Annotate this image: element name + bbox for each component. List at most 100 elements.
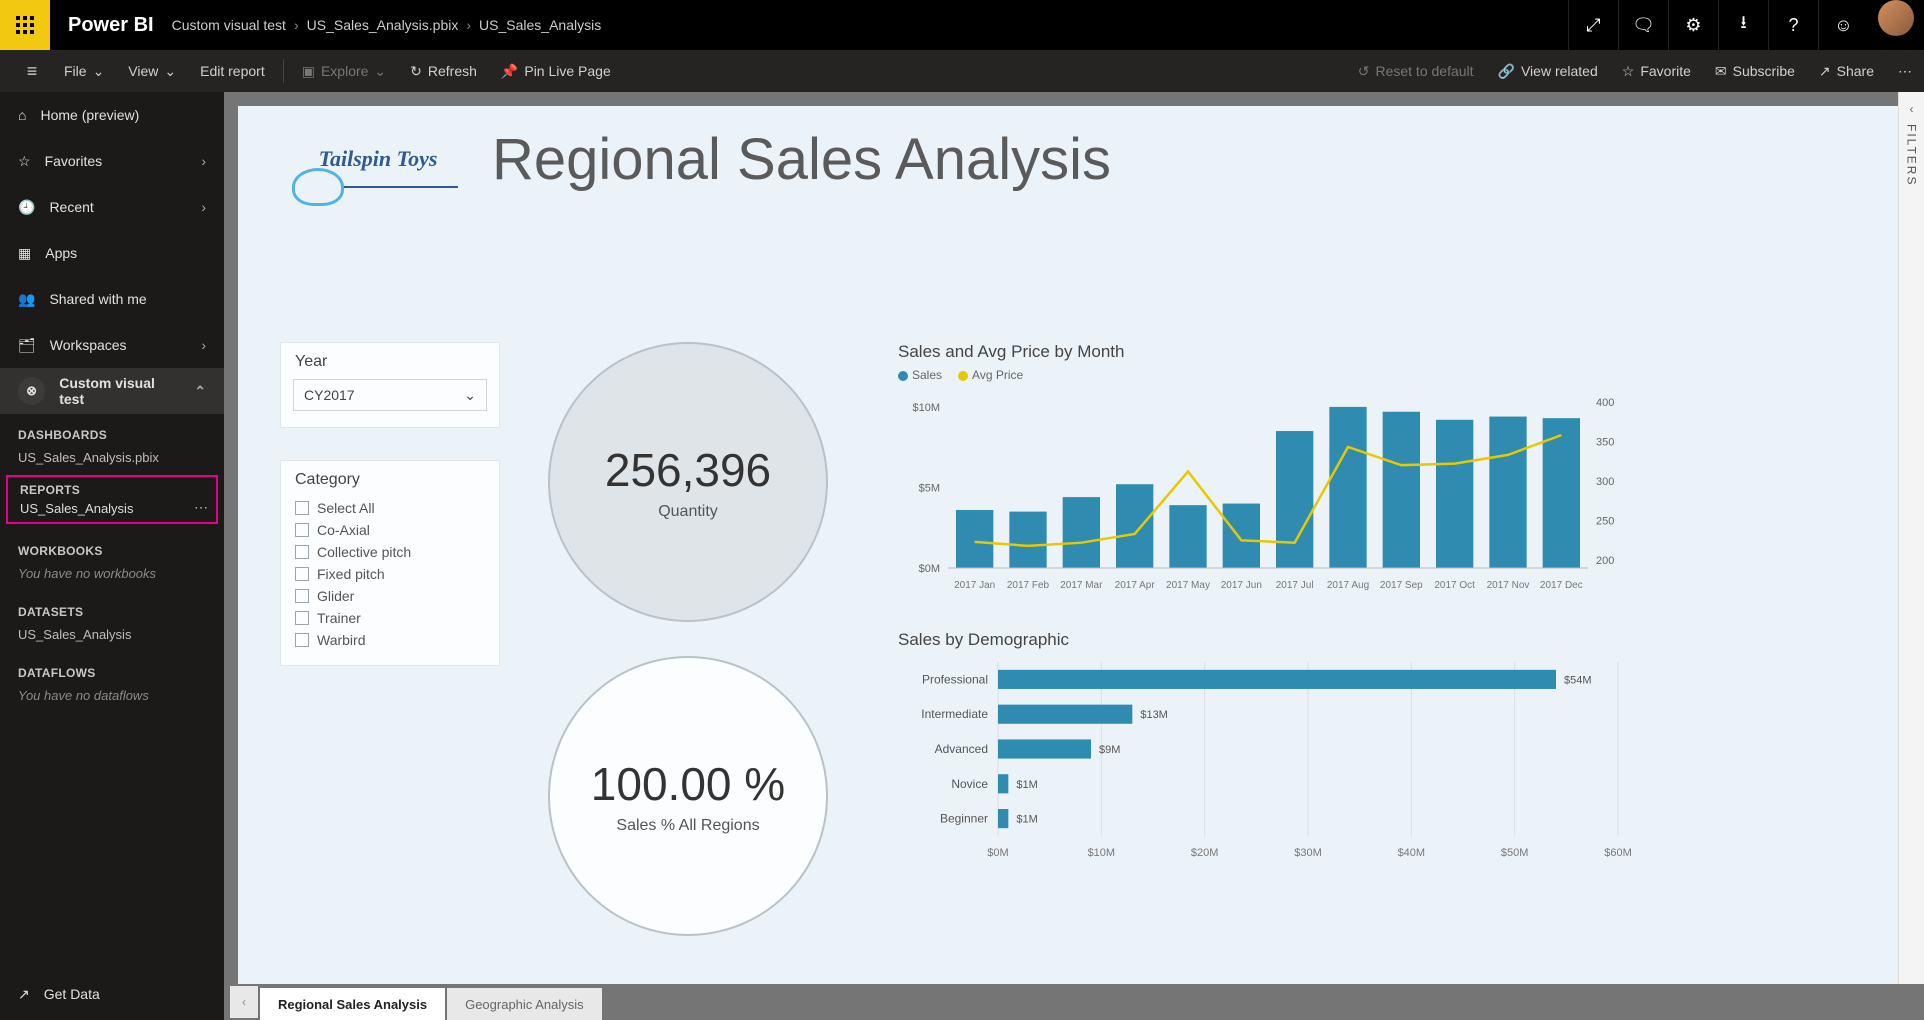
star-icon: ☆ <box>18 153 31 170</box>
category-option[interactable]: Trainer <box>295 607 485 629</box>
nav-apps[interactable]: ▦Apps <box>0 230 224 276</box>
nav-home[interactable]: ⌂Home (preview) <box>0 92 224 138</box>
chevron-right-icon: › <box>294 17 299 33</box>
sales-by-month-chart[interactable]: Sales and Avg Price by Month Sales Avg P… <box>898 342 1638 612</box>
legend-label: Sales <box>912 368 942 382</box>
nav-dashboard-item[interactable]: US_Sales_Analysis.pbix <box>0 446 224 475</box>
checkbox-icon <box>295 567 309 581</box>
svg-text:2017 Sep: 2017 Sep <box>1380 580 1423 591</box>
category-option[interactable]: Fixed pitch <box>295 563 485 585</box>
top-app-bar: Power BI Custom visual test › US_Sales_A… <box>0 0 1924 50</box>
favorite-button[interactable]: ☆Favorite <box>1610 63 1703 80</box>
chart-title: Sales and Avg Price by Month <box>898 342 1638 362</box>
comments-icon[interactable]: 🗨 <box>1618 0 1668 50</box>
nav-recent[interactable]: 🕘Recent› <box>0 184 224 230</box>
svg-text:$30M: $30M <box>1294 847 1322 859</box>
more-options-icon[interactable]: ⋯ <box>1886 63 1924 80</box>
hamburger-icon[interactable]: ≡ <box>12 61 52 82</box>
nav-workspace-current[interactable]: ⊗Custom visual test⌃ <box>0 368 224 414</box>
svg-text:300: 300 <box>1596 476 1614 488</box>
category-option[interactable]: Glider <box>295 585 485 607</box>
svg-text:$20M: $20M <box>1191 847 1219 859</box>
share-button[interactable]: ↗Share <box>1807 63 1886 80</box>
nav-dataset-item[interactable]: US_Sales_Analysis <box>0 623 224 652</box>
page-tab-geographic[interactable]: Geographic Analysis <box>447 988 602 1020</box>
chevron-right-icon: › <box>201 153 206 169</box>
svg-text:Professional: Professional <box>922 672 988 686</box>
subscribe-button[interactable]: ✉Subscribe <box>1703 63 1807 80</box>
help-icon[interactable]: ? <box>1768 0 1818 50</box>
page-tab-regional[interactable]: Regional Sales Analysis <box>260 988 445 1020</box>
more-options-icon[interactable]: ⋯ <box>194 499 208 516</box>
feedback-smile-icon[interactable]: ☺ <box>1818 0 1868 50</box>
category-label: Trainer <box>317 610 361 626</box>
reset-icon: ↺ <box>1358 63 1370 80</box>
fullscreen-icon[interactable]: ⤢ <box>1568 0 1618 50</box>
get-data-button[interactable]: ↗ Get Data <box>0 968 224 1020</box>
checkbox-icon <box>295 633 309 647</box>
file-menu[interactable]: File⌄ <box>52 63 116 80</box>
kpi-sales-pct-card[interactable]: 100.00 % Sales % All Regions <box>548 656 828 936</box>
nav-label: Workspaces <box>50 337 127 353</box>
svg-text:$1M: $1M <box>1016 779 1037 791</box>
mail-icon: ✉ <box>1715 63 1727 80</box>
chevron-right-icon: › <box>201 199 206 215</box>
category-label: Warbird <box>317 632 366 648</box>
nav-report-item[interactable]: US_Sales_Analysis <box>20 501 204 516</box>
breadcrumb-workspace[interactable]: Custom visual test <box>172 17 286 33</box>
nav-label: Apps <box>45 245 77 261</box>
left-nav: ⌂Home (preview) ☆Favorites› 🕘Recent› ▦Ap… <box>0 92 224 1020</box>
view-related-button[interactable]: 🔗View related <box>1486 63 1610 80</box>
legend-label: Avg Price <box>972 368 1023 382</box>
category-option[interactable]: Select All <box>295 497 485 519</box>
report-title: Regional Sales Analysis <box>492 126 1111 193</box>
view-menu[interactable]: View⌄ <box>116 63 188 80</box>
breadcrumb-report[interactable]: US_Sales_Analysis <box>479 17 601 33</box>
svg-text:$60M: $60M <box>1604 847 1632 859</box>
nav-label: Get Data <box>44 986 100 1002</box>
app-launcher-icon[interactable] <box>0 0 50 50</box>
share-icon: ↗ <box>1819 63 1831 80</box>
nav-favorites[interactable]: ☆Favorites› <box>0 138 224 184</box>
settings-icon[interactable]: ⚙ <box>1668 0 1718 50</box>
nav-section-dashboards: DASHBOARDS <box>0 414 224 446</box>
nav-workspaces[interactable]: 🗂Workspaces› <box>0 322 224 368</box>
clock-icon: 🕘 <box>18 199 35 216</box>
svg-text:2017 Feb: 2017 Feb <box>1007 580 1050 591</box>
checkbox-icon <box>295 501 309 515</box>
category-label: Co-Axial <box>317 522 370 538</box>
category-option[interactable]: Warbird <box>295 629 485 651</box>
category-option[interactable]: Collective pitch <box>295 541 485 563</box>
sales-by-demographic-chart[interactable]: Sales by Demographic $0M$10M$20M$30M$40M… <box>898 630 1638 880</box>
get-data-icon: ↗ <box>18 986 30 1003</box>
nav-label: Shared with me <box>49 291 146 307</box>
kpi-quantity-card[interactable]: 256,396 Quantity <box>548 342 828 622</box>
workspace-avatar-icon: ⊗ <box>18 377 45 405</box>
user-avatar[interactable] <box>1878 0 1914 36</box>
edit-report-button[interactable]: Edit report <box>188 63 277 79</box>
year-dropdown[interactable]: CY2017 ⌄ <box>293 379 487 411</box>
home-icon: ⌂ <box>18 107 26 123</box>
legend-swatch-icon <box>898 371 908 381</box>
svg-text:$54M: $54M <box>1564 674 1592 686</box>
pin-live-page-button[interactable]: 📌Pin Live Page <box>489 63 623 80</box>
chevron-right-icon: › <box>201 337 206 353</box>
nav-shared-with-me[interactable]: 👥Shared with me <box>0 276 224 322</box>
refresh-button[interactable]: ↻Refresh <box>398 63 489 80</box>
filters-pane-toggle[interactable]: ‹ FILTERS <box>1898 92 1924 984</box>
tab-scroll-left[interactable]: ‹ <box>230 986 258 1018</box>
chart-legend: Sales Avg Price <box>898 368 1638 382</box>
explore-icon: ▣ <box>302 63 315 80</box>
svg-text:400: 400 <box>1596 397 1614 409</box>
year-slicer: Year CY2017 ⌄ <box>280 342 500 428</box>
filters-label: FILTERS <box>1905 124 1919 186</box>
svg-text:Advanced: Advanced <box>935 742 988 756</box>
download-icon[interactable]: ⭳ <box>1718 0 1768 50</box>
category-option[interactable]: Co-Axial <box>295 519 485 541</box>
slicer-header: Category <box>295 471 485 489</box>
svg-text:$5M: $5M <box>919 482 940 494</box>
related-icon: 🔗 <box>1498 63 1515 80</box>
breadcrumb-file[interactable]: US_Sales_Analysis.pbix <box>307 17 459 33</box>
svg-text:$40M: $40M <box>1398 847 1426 859</box>
star-icon: ☆ <box>1622 63 1635 80</box>
